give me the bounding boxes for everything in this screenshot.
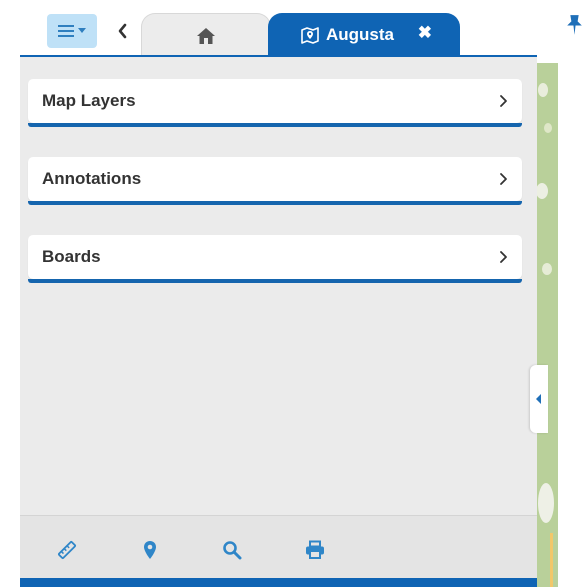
map-feature [538,483,554,523]
panel-item-label: Map Layers [42,91,136,110]
print-icon [306,540,324,559]
panel-item-underline [28,279,522,283]
caret-left-icon [536,394,541,404]
tab-home[interactable] [141,13,271,57]
panel-item-map-layers[interactable]: Map Layers [28,79,522,123]
tab-augusta[interactable]: Augusta ✖ [268,13,460,57]
panel-item-label: Boards [42,247,101,266]
location-tool-button[interactable] [138,538,162,562]
panel-item-label: Annotations [42,169,142,188]
measure-tool-button[interactable] [55,538,79,562]
bottom-toolbar [20,515,537,578]
panel-item-underline [28,201,522,205]
chevron-right-icon [500,173,507,185]
side-panel: Map Layers Annotations Boards [20,57,537,583]
panel-item-annotations[interactable]: Annotations [28,157,522,201]
ruler-icon [58,541,76,559]
map-feature [538,83,548,97]
map-feature [544,123,552,133]
map-view[interactable] [536,63,558,587]
home-icon [197,27,215,44]
panel-item-underline [28,123,522,127]
chevron-right-icon [500,95,507,107]
print-tool-button[interactable] [303,538,327,562]
location-pin-icon [144,541,156,559]
search-tool-button[interactable] [220,538,244,562]
menu-button[interactable] [47,14,97,48]
close-icon[interactable]: ✖ [418,24,432,41]
map-feature [536,183,548,199]
chevron-left-icon [118,23,127,39]
map-road [550,533,553,587]
bottom-accent-bar [20,578,537,587]
hamburger-icon [58,25,74,37]
pin-icon[interactable] [562,12,587,37]
panel-item-boards[interactable]: Boards [28,235,522,279]
search-icon [223,541,242,560]
map-marker-icon [301,27,319,44]
panel-collapse-handle[interactable] [530,365,548,433]
caret-down-icon [78,28,86,33]
back-button[interactable] [111,16,133,46]
chevron-right-icon [500,251,507,263]
tab-augusta-label: Augusta [326,25,394,44]
map-feature [542,263,552,275]
